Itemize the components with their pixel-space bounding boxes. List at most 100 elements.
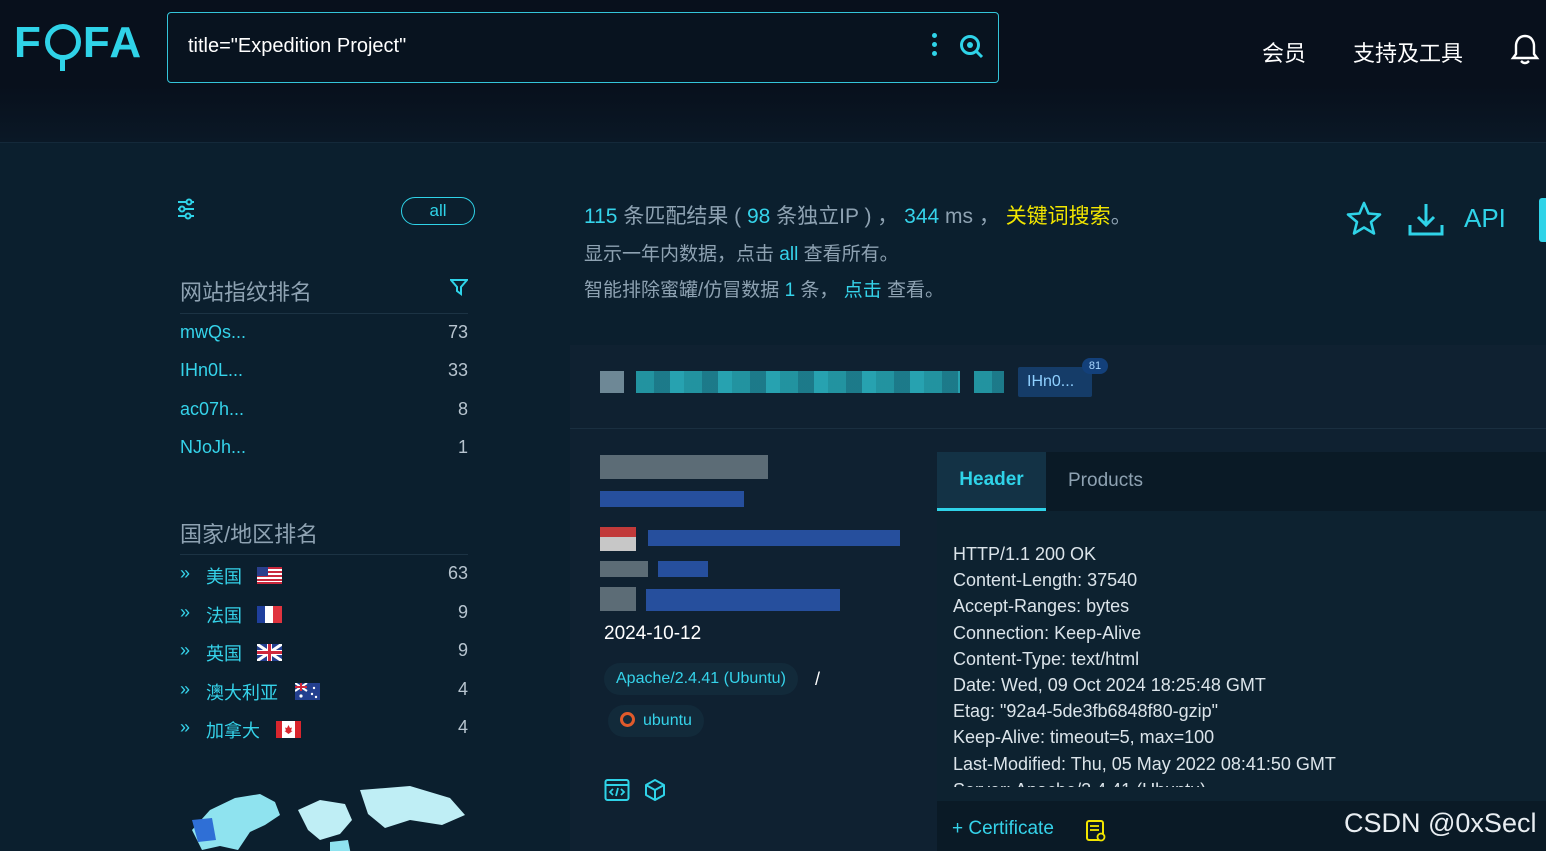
tab-products[interactable]: Products (1068, 470, 1143, 492)
double-chevron-icon: » (180, 602, 191, 622)
tag-count-badge: 81 (1082, 358, 1108, 374)
keyword-search-link[interactable]: 关键词搜索 (1006, 205, 1111, 228)
settings-sliders-icon[interactable] (176, 198, 196, 220)
honeypot-unit: 条， (795, 280, 844, 301)
redacted-org[interactable] (600, 587, 840, 611)
fingerprint-row[interactable]: IHn0L... 33 (180, 356, 468, 386)
country-row[interactable]: » 英国 9 (180, 636, 468, 666)
country-name[interactable]: 澳大利亚 (206, 679, 278, 705)
australia-flag-icon (295, 683, 320, 700)
download-icon[interactable] (1406, 200, 1446, 240)
fingerprint-name[interactable]: mwQs... (180, 322, 246, 343)
os-product-tag[interactable]: ubuntu (608, 705, 704, 737)
fingerprint-name[interactable]: ac07h... (180, 399, 244, 420)
header-line: Date: Wed, 09 Oct 2024 18:25:48 GMT (953, 675, 1266, 696)
uk-flag-icon (257, 644, 282, 661)
summary-line-3: 智能排除蜜罐/仿冒数据 1 条， 点击 查看。 (584, 275, 1304, 302)
redacted-host-link[interactable] (636, 371, 960, 393)
result-date: 2024-10-12 (604, 623, 702, 644)
fofa-logo[interactable]: F FA (14, 18, 143, 71)
header-line: Connection: Keep-Alive (953, 622, 1142, 643)
query-time-unit: ms ， (939, 205, 1006, 228)
redacted-location[interactable] (600, 527, 900, 551)
logo-text-start: F (14, 18, 43, 67)
source-code-icon[interactable] (604, 777, 630, 803)
nav-membership[interactable]: 会员 (1262, 36, 1306, 68)
cube-icon[interactable] (642, 777, 668, 803)
header-line: Keep-Alive: timeout=5, max=100 (953, 727, 1215, 748)
more-options-icon[interactable] (930, 31, 938, 61)
top-bar: F FA title="Expedition Project" 会员 支持及工具 (0, 0, 1546, 143)
fingerprint-row[interactable]: mwQs... 73 (180, 318, 468, 348)
country-count: 4 (457, 679, 468, 699)
side-tab-handle[interactable] (1539, 198, 1546, 242)
star-icon[interactable] (1345, 200, 1383, 238)
double-chevron-icon: » (180, 679, 191, 699)
redacted-asn[interactable] (600, 561, 710, 577)
header-line: Last-Modified: Thu, 05 May 2022 08:41:50… (953, 753, 1336, 774)
one-year-note: 显示一年内数据，点击 (584, 244, 780, 265)
result-card-header: IHn0... 81 (570, 345, 1546, 429)
result-card: IHn0... 81 2024-10-12 Apache/2.4.41 (Ubu… (570, 345, 1546, 851)
redacted-port[interactable] (600, 491, 745, 507)
country-row[interactable]: » 加拿大 4 (180, 713, 468, 743)
country-count: 4 (457, 717, 468, 737)
results-summary: 115 条匹配结果 ( 98 条独立IP ) ， 344 ms ， 关键词搜索。… (584, 200, 1304, 302)
query-time: 344 (904, 205, 940, 228)
honeypot-view-link[interactable]: 点击 (844, 280, 882, 301)
redacted-ip[interactable] (600, 455, 770, 479)
canada-flag-icon (276, 721, 301, 738)
country-ranking-title: 国家/地区排名 (180, 522, 319, 547)
header-line: Accept-Ranges: bytes (953, 596, 1130, 617)
fingerprint-row[interactable]: NJoJh... 1 (180, 433, 468, 463)
country-name[interactable]: 法国 (206, 602, 242, 628)
redacted-link-icon[interactable] (974, 371, 1004, 393)
france-flag-icon (257, 606, 282, 623)
detail-panel: Header Products HTTP/1.1 200 OK Content-… (937, 452, 1546, 851)
all-toggle-button[interactable]: all (401, 197, 475, 225)
show-all-link[interactable]: all (779, 244, 798, 265)
http-header-content: HTTP/1.1 200 OK Content-Length: 37540 Ac… (937, 511, 1546, 801)
fingerprint-tag[interactable]: IHn0... (1018, 367, 1092, 397)
search-input[interactable]: title="Expedition Project" (188, 35, 406, 58)
funnel-filter-icon[interactable] (450, 278, 468, 296)
search-box[interactable]: title="Expedition Project" (167, 12, 999, 83)
fingerprint-name[interactable]: IHn0L... (180, 360, 243, 381)
double-chevron-icon: » (180, 563, 191, 583)
ubuntu-logo-icon (620, 712, 635, 727)
fingerprint-count: 73 (447, 322, 468, 342)
fingerprint-name[interactable]: NJoJh... (180, 437, 246, 458)
country-row[interactable]: » 澳大利亚 4 (180, 675, 468, 705)
country-row[interactable]: » 美国 63 (180, 559, 468, 589)
country-count: 9 (457, 602, 468, 622)
tab-header[interactable]: Header (937, 452, 1046, 511)
fingerprint-ranking-title: 网站指纹排名 (180, 280, 313, 305)
fingerprint-count: 1 (457, 437, 468, 457)
nav-support-tools[interactable]: 支持及工具 (1353, 36, 1463, 68)
double-chevron-icon: » (180, 640, 191, 660)
header-line: Content-Type: text/html (953, 648, 1140, 669)
search-icon[interactable] (958, 33, 984, 59)
certificate-doc-icon[interactable] (1085, 819, 1107, 843)
bell-icon[interactable] (1510, 32, 1540, 66)
world-map-graphic (192, 786, 465, 851)
certificate-toggle[interactable]: + Certificate (952, 818, 1054, 840)
result-count-text: 条匹配结果 ( (617, 205, 747, 228)
fingerprint-count: 33 (447, 360, 468, 380)
honeypot-view-text: 查看。 (881, 280, 944, 301)
header-line: Etag: "92a4-5de3fb6848f80-gzip" (953, 701, 1218, 722)
server-product-tag[interactable]: Apache/2.4.41 (Ubuntu) (604, 663, 798, 695)
double-chevron-icon: » (180, 717, 191, 737)
product-separator: / (815, 669, 821, 689)
country-name[interactable]: 加拿大 (206, 717, 260, 743)
country-row[interactable]: » 法国 9 (180, 598, 468, 628)
fingerprint-row[interactable]: ac07h... 8 (180, 395, 468, 425)
api-button[interactable]: API (1464, 203, 1506, 234)
header-line: Content-Length: 37540 (953, 570, 1138, 591)
summary-line-2: 显示一年内数据，点击 all 查看所有。 (584, 239, 1304, 266)
unique-ip-text: 条独立IP ) ， (770, 205, 905, 228)
country-name[interactable]: 英国 (206, 640, 242, 666)
country-name[interactable]: 美国 (206, 563, 242, 589)
certificate-label[interactable]: Certificate (968, 818, 1054, 839)
os-product-label[interactable]: ubuntu (643, 712, 692, 729)
